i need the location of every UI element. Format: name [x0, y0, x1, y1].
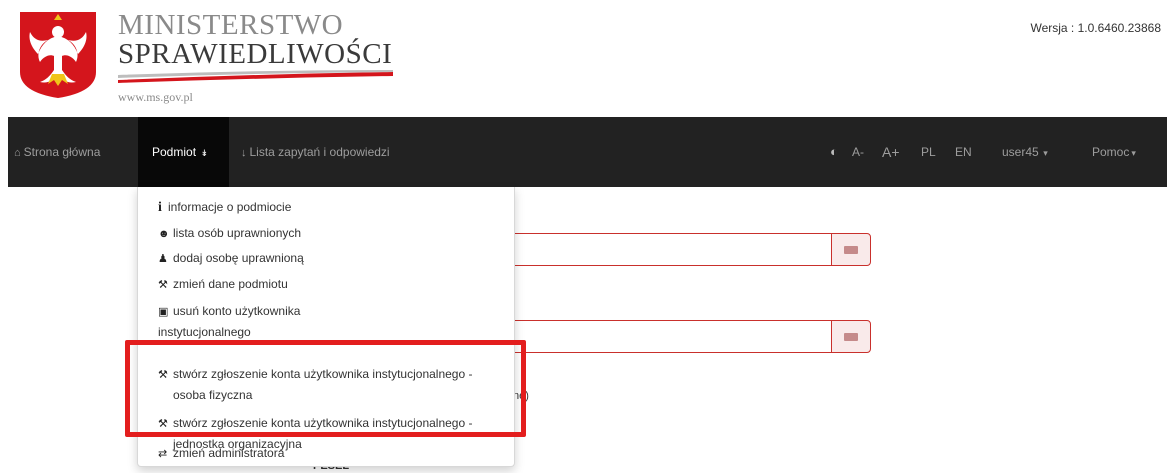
- nav-podmiot-label: Podmiot: [152, 145, 197, 159]
- menu-item-edit-entity[interactable]: ⚒ zmień dane podmiotu: [158, 274, 288, 295]
- logo-swoosh: [118, 70, 393, 83]
- podmiot-dropdown-menu: i informacje o podmiocie ☻ lista osób upra…: [137, 187, 515, 467]
- font-increase-button[interactable]: A+: [882, 117, 900, 187]
- info-icon: i: [158, 200, 162, 215]
- keyboard-icon: [844, 245, 858, 254]
- logo-title-line1: MINISTERSTWO: [118, 9, 344, 41]
- menu-item-label: zmień dane podmiotu: [173, 277, 288, 291]
- nav-home[interactable]: ⌂ Strona główna: [14, 117, 100, 187]
- caret-down-icon: ▾: [1040, 148, 1048, 158]
- users-icon: ☻: [158, 228, 170, 240]
- menu-item-label-line2: instytucjonalnego: [158, 325, 251, 339]
- logo-title-line2: SPRAWIEDLIWOŚCI: [118, 38, 393, 70]
- caret-down-icon: ▾: [1131, 148, 1136, 158]
- contrast-icon[interactable]: ◐: [830, 117, 838, 187]
- user-menu-label: user45: [1002, 145, 1039, 159]
- nav-podmiot[interactable]: Podmiot ↡: [138, 117, 229, 187]
- form-input-2[interactable]: [515, 320, 831, 353]
- nav-home-label: Strona główna: [23, 145, 101, 159]
- menu-item-label: dodaj osobę uprawnioną: [173, 251, 304, 265]
- form-hint-text: ne): [513, 390, 529, 402]
- sort-numeric-icon: ↓: [241, 147, 247, 159]
- nav-lista-label: Lista zapytań i odpowiedzi: [249, 145, 390, 159]
- nav-lista[interactable]: ↓ Lista zapytań i odpowiedzi: [241, 117, 390, 187]
- gavel-icon: ⚒: [158, 369, 168, 381]
- form-input-1[interactable]: [515, 233, 831, 266]
- menu-item-change-admin[interactable]: ⇄ zmień administratora: [158, 443, 284, 464]
- keyboard-icon: [844, 332, 858, 341]
- user-plus-icon: ♟: [158, 253, 168, 265]
- menu-item-create-request-person[interactable]: ⚒ stwórz zgłoszenie konta użytkownika ins…: [158, 364, 472, 405]
- menu-item-label-line2: osoba fizyczna: [173, 388, 253, 402]
- main-navbar: ⌂ Strona główna Podmiot ↡ ↓ Lista zapytań …: [8, 117, 1167, 187]
- font-decrease-button[interactable]: A-: [852, 117, 864, 187]
- help-menu-label: Pomoc: [1092, 145, 1130, 159]
- lang-en-button[interactable]: EN: [955, 117, 972, 187]
- menu-item-label: stwórz zgłoszenie konta użytkownika inst…: [173, 367, 473, 381]
- menu-item-label: zmień administratora: [173, 446, 285, 460]
- virtual-keyboard-button[interactable]: [831, 233, 871, 266]
- menu-item-info[interactable]: i informacje o podmiocie: [158, 197, 291, 218]
- version-label: Wersja : 1.0.6460.23868: [1030, 21, 1161, 35]
- menu-item-label: stwórz zgłoszenie konta użytkownika inst…: [173, 416, 473, 430]
- virtual-keyboard-button[interactable]: [831, 320, 871, 353]
- logo-url[interactable]: www.ms.gov.pl: [118, 90, 193, 105]
- menu-item-label: informacje o podmiocie: [168, 200, 292, 214]
- gavel-icon: ⚒: [158, 418, 168, 430]
- trash-icon: ▣: [158, 306, 169, 318]
- lang-pl-button[interactable]: PL: [921, 117, 936, 187]
- gavel-icon: ⚒: [158, 279, 168, 291]
- menu-item-delete-account[interactable]: ▣ usuń konto użytkownika instytucjonalneg…: [158, 301, 300, 342]
- menu-item-label: usuń konto użytkownika: [173, 304, 301, 318]
- header: MINISTERSTWO SPRAWIEDLIWOŚCI www.ms.gov.…: [0, 0, 1167, 115]
- home-icon: ⌂: [14, 147, 21, 159]
- menu-item-add-user[interactable]: ♟ dodaj osobę uprawnioną: [158, 248, 304, 269]
- menu-item-users-list[interactable]: ☻ lista osób uprawnionych: [158, 223, 301, 244]
- menu-item-label: lista osób uprawnionych: [173, 226, 302, 240]
- random-icon: ⇄: [158, 448, 168, 460]
- help-menu[interactable]: Pomoc ▾: [1092, 117, 1136, 187]
- double-chevron-down-icon: ↡: [198, 148, 209, 158]
- polish-eagle-emblem-icon: [20, 12, 96, 98]
- user-menu[interactable]: user45 ▾: [1002, 117, 1048, 187]
